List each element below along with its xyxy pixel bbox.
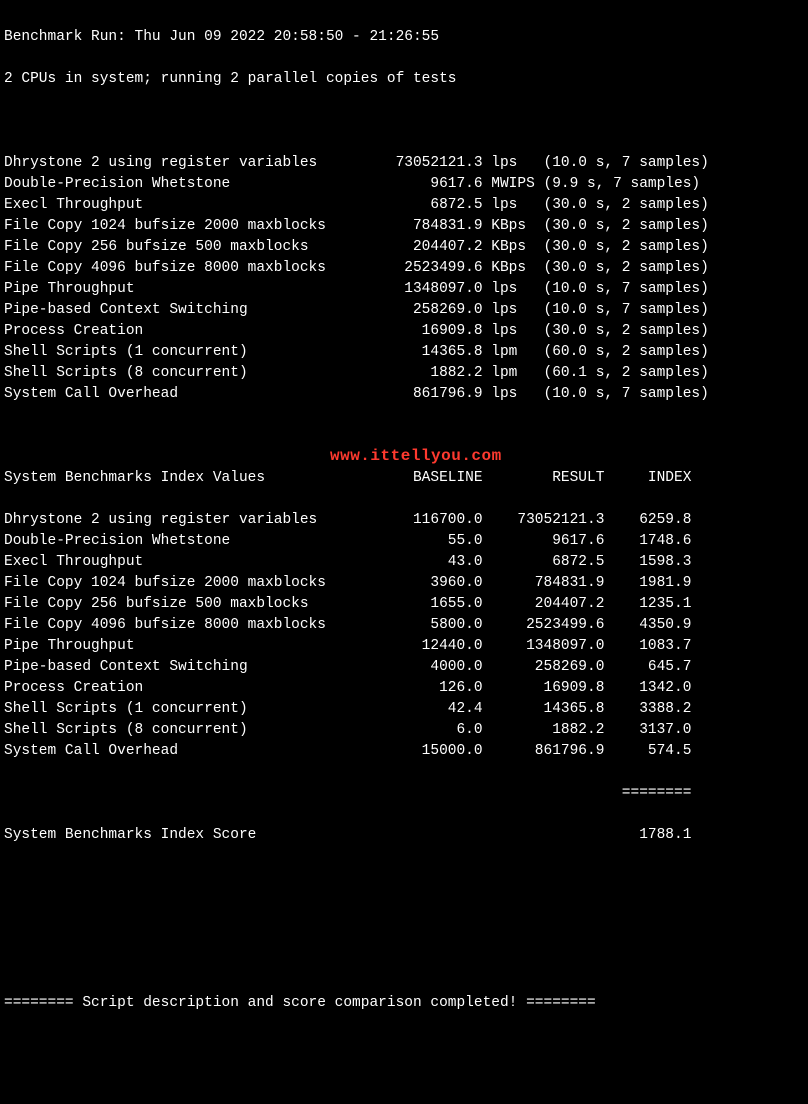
- separator-row: ========: [4, 783, 804, 804]
- index-row: Shell Scripts (1 concurrent) 42.4 14365.…: [4, 699, 804, 720]
- index-row: File Copy 1024 bufsize 2000 maxblocks 39…: [4, 573, 804, 594]
- result-row: Process Creation 16909.8 lps (30.0 s, 2 …: [4, 321, 804, 342]
- blank-line: [4, 867, 804, 888]
- result-row: Execl Throughput 6872.5 lps (30.0 s, 2 s…: [4, 195, 804, 216]
- index-row: File Copy 4096 bufsize 8000 maxblocks 58…: [4, 615, 804, 636]
- blank-line: [4, 909, 804, 930]
- blank-line: [4, 1035, 804, 1056]
- score-row: System Benchmarks Index Score 1788.1: [4, 825, 804, 846]
- terminal-output: Benchmark Run: Thu Jun 09 2022 20:58:50 …: [0, 0, 808, 1104]
- result-row: Pipe Throughput 1348097.0 lps (10.0 s, 7…: [4, 279, 804, 300]
- result-row: File Copy 4096 bufsize 8000 maxblocks 25…: [4, 258, 804, 279]
- cpu-info-line: 2 CPUs in system; running 2 parallel cop…: [4, 69, 804, 90]
- index-row: File Copy 256 bufsize 500 maxblocks 1655…: [4, 594, 804, 615]
- result-row: Double-Precision Whetstone 9617.6 MWIPS …: [4, 174, 804, 195]
- watermark-text: www.ittellyou.com: [330, 446, 502, 467]
- result-row: Shell Scripts (8 concurrent) 1882.2 lpm …: [4, 363, 804, 384]
- blank-line: [4, 951, 804, 972]
- index-header-row: System Benchmarks Index Values BASELINE …: [4, 468, 804, 489]
- result-row: Pipe-based Context Switching 258269.0 lp…: [4, 300, 804, 321]
- index-row: Pipe-based Context Switching 4000.0 2582…: [4, 657, 804, 678]
- result-row: Dhrystone 2 using register variables 730…: [4, 153, 804, 174]
- blank-line: [4, 426, 804, 447]
- index-row: Shell Scripts (8 concurrent) 6.0 1882.2 …: [4, 720, 804, 741]
- index-row: Process Creation 126.0 16909.8 1342.0: [4, 678, 804, 699]
- result-row: File Copy 1024 bufsize 2000 maxblocks 78…: [4, 216, 804, 237]
- index-row: Double-Precision Whetstone 55.0 9617.6 1…: [4, 531, 804, 552]
- index-row: Execl Throughput 43.0 6872.5 1598.3: [4, 552, 804, 573]
- result-row: File Copy 256 bufsize 500 maxblocks 2044…: [4, 237, 804, 258]
- blank-line: [4, 111, 804, 132]
- result-row: System Call Overhead 861796.9 lps (10.0 …: [4, 384, 804, 405]
- index-row: Dhrystone 2 using register variables 116…: [4, 510, 804, 531]
- footer-line: ======== Script description and score co…: [4, 993, 804, 1014]
- index-row: Pipe Throughput 12440.0 1348097.0 1083.7: [4, 636, 804, 657]
- benchmark-run-line: Benchmark Run: Thu Jun 09 2022 20:58:50 …: [4, 27, 804, 48]
- result-row: Shell Scripts (1 concurrent) 14365.8 lpm…: [4, 342, 804, 363]
- index-row: System Call Overhead 15000.0 861796.9 57…: [4, 741, 804, 762]
